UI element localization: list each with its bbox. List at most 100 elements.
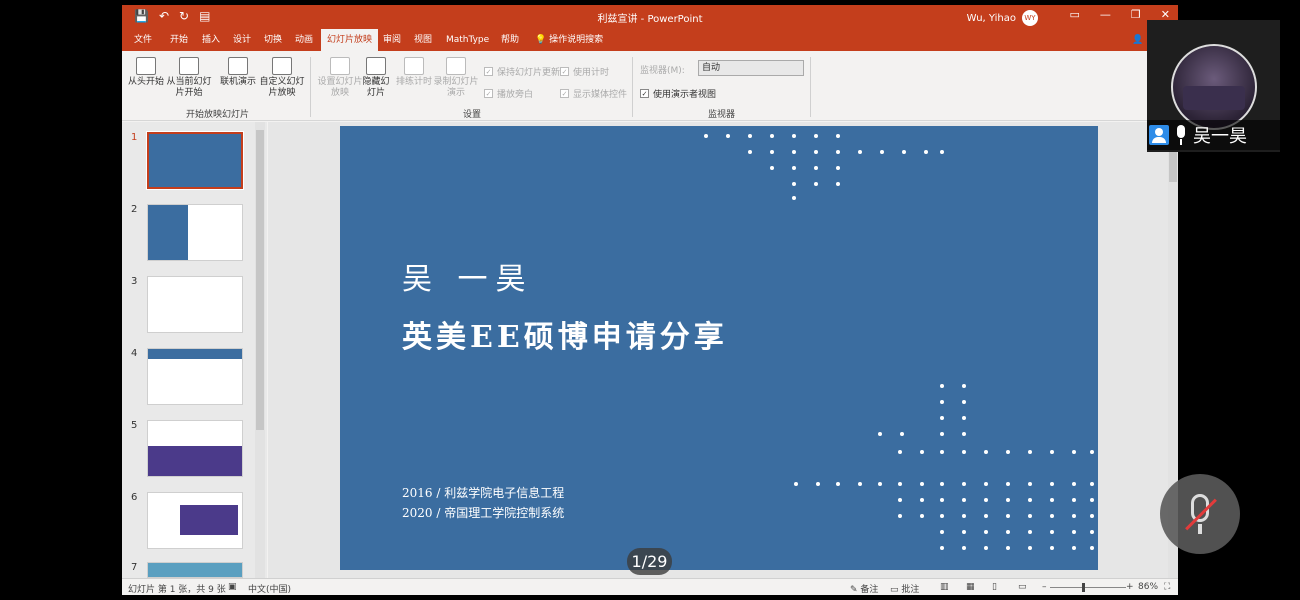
decorative-dot bbox=[962, 498, 966, 502]
lightbulb-icon: 💡 bbox=[535, 35, 547, 45]
decorative-dot bbox=[940, 150, 944, 154]
normal-view-icon[interactable]: ▥ bbox=[940, 582, 949, 592]
language-status[interactable]: 中文(中国) bbox=[248, 582, 291, 595]
share-icon[interactable]: 👤 bbox=[1132, 29, 1143, 51]
setup-show-button[interactable]: 设置幻灯片放映 bbox=[317, 57, 363, 99]
slide-line-1[interactable]: 2016 / 利兹学院电子信息工程 bbox=[402, 484, 564, 501]
slide-name-text[interactable]: 吴 一昊 bbox=[402, 254, 534, 298]
decorative-dot bbox=[962, 400, 966, 404]
slide-sorter-icon[interactable]: ▦ bbox=[966, 582, 975, 592]
hide-slide-icon bbox=[366, 57, 386, 75]
custom-show-button[interactable]: 自定义幻灯片放映 bbox=[258, 57, 306, 99]
zoom-slider[interactable] bbox=[1050, 587, 1126, 588]
slideshow-view-icon[interactable]: ▭ bbox=[1018, 582, 1027, 592]
slide-thumbnail-4[interactable] bbox=[147, 348, 243, 405]
tab-home[interactable]: 开始 bbox=[170, 29, 188, 51]
decorative-dot bbox=[794, 482, 798, 486]
user-avatar[interactable]: WY bbox=[1022, 10, 1038, 26]
account-area[interactable]: Wu, Yihao WY bbox=[967, 10, 1038, 26]
tab-file[interactable]: 文件 bbox=[134, 29, 152, 51]
slide-thumbnail-5[interactable] bbox=[147, 420, 243, 477]
play-narrations-checkbox[interactable]: ✓ 播放旁白 bbox=[484, 87, 533, 100]
spellcheck-icon[interactable]: ▣ bbox=[228, 582, 237, 592]
video-tile[interactable]: 吴一昊 bbox=[1147, 20, 1280, 152]
comments-button[interactable]: ▭ 批注 bbox=[890, 582, 919, 595]
tell-me-label: 操作说明搜索 bbox=[549, 35, 604, 45]
tab-view[interactable]: 视图 bbox=[414, 29, 432, 51]
zoom-slider-knob[interactable] bbox=[1082, 583, 1085, 592]
decorative-dot bbox=[814, 182, 818, 186]
tab-review[interactable]: 审阅 bbox=[383, 29, 401, 51]
presenter-view-checkbox[interactable]: ✓ 使用演示者视图 bbox=[640, 87, 716, 100]
decorative-dot bbox=[748, 134, 752, 138]
tab-design[interactable]: 设计 bbox=[233, 29, 251, 51]
slide-thumbnail-6[interactable] bbox=[147, 492, 243, 549]
decorative-dot bbox=[940, 384, 944, 388]
thumbnail-scrollbar[interactable] bbox=[255, 122, 265, 578]
decorative-dot bbox=[984, 546, 988, 550]
tab-mathtype[interactable]: MathType bbox=[446, 29, 489, 51]
decorative-dot bbox=[836, 150, 840, 154]
user-name: Wu, Yihao bbox=[966, 12, 1016, 24]
reading-view-icon[interactable]: ▯ bbox=[992, 582, 997, 592]
decorative-dot bbox=[920, 498, 924, 502]
tab-insert[interactable]: 插入 bbox=[202, 29, 220, 51]
ribbon-slideshow: 从头开始 从当前幻灯片开始 联机演示 自定义幻灯片放映 开始放映幻灯片 设置幻灯… bbox=[122, 51, 1178, 121]
slide-thumbnail-7[interactable] bbox=[147, 562, 243, 578]
slide-thumbnail-3[interactable] bbox=[147, 276, 243, 333]
decorative-dot bbox=[792, 182, 796, 186]
slide-thumbnail-1[interactable] bbox=[146, 131, 244, 190]
rehearse-timings-button[interactable]: 排练计时 bbox=[396, 57, 432, 88]
from-current-button[interactable]: 从当前幻灯片开始 bbox=[164, 57, 214, 99]
current-slide[interactable]: 吴 一昊 英美EE硕博申请分享 2016 / 利兹学院电子信息工程 2020 /… bbox=[340, 126, 1098, 570]
decorative-dot bbox=[1006, 498, 1010, 502]
custom-show-icon bbox=[272, 57, 292, 75]
show-media-controls-checkbox[interactable]: ✓ 显示媒体控件 bbox=[560, 87, 627, 100]
use-timings-checkbox[interactable]: ✓ 使用计时 bbox=[560, 65, 609, 78]
decorative-dot bbox=[836, 482, 840, 486]
decorative-dot bbox=[984, 482, 988, 486]
decorative-dot bbox=[1072, 546, 1076, 550]
slide-line-2[interactable]: 2020 / 帝国理工学院控制系统 bbox=[402, 504, 564, 521]
decorative-dot bbox=[1090, 450, 1094, 454]
decorative-dot bbox=[1072, 498, 1076, 502]
decorative-dot bbox=[984, 514, 988, 518]
zoom-in-button[interactable]: + bbox=[1126, 582, 1134, 592]
decorative-dot bbox=[962, 450, 966, 454]
decorative-dot bbox=[962, 530, 966, 534]
decorative-dot bbox=[1006, 530, 1010, 534]
title-bar: 💾 ↶ ↻ ▤ 利兹宣讲 - PowerPoint Wu, Yihao WY ▭… bbox=[122, 5, 1178, 29]
slide-headline-text[interactable]: 英美EE硕博申请分享 bbox=[402, 312, 728, 356]
minimize-button[interactable]: — bbox=[1100, 8, 1111, 21]
tab-slideshow[interactable]: 幻灯片放映 bbox=[321, 29, 379, 51]
decorative-dot bbox=[858, 482, 862, 486]
tab-transitions[interactable]: 切换 bbox=[264, 29, 282, 51]
zoom-level[interactable]: 86% bbox=[1138, 582, 1158, 592]
restore-button[interactable]: ❐ bbox=[1131, 8, 1141, 21]
notes-button[interactable]: ✎ 备注 bbox=[850, 582, 878, 595]
decorative-dot bbox=[816, 482, 820, 486]
powerpoint-window: 💾 ↶ ↻ ▤ 利兹宣讲 - PowerPoint Wu, Yihao WY ▭… bbox=[122, 5, 1178, 595]
slide-thumbnail-2[interactable] bbox=[147, 204, 243, 261]
record-show-button[interactable]: 录制幻灯片演示 bbox=[432, 57, 480, 99]
tab-help[interactable]: 帮助 bbox=[501, 29, 519, 51]
decorative-dot bbox=[878, 482, 882, 486]
zoom-out-button[interactable]: – bbox=[1042, 582, 1047, 592]
decorative-dot bbox=[940, 498, 944, 502]
tell-me-search[interactable]: 💡 操作说明搜索 bbox=[535, 29, 603, 51]
thumb-number: 7 bbox=[131, 562, 138, 573]
tab-animations[interactable]: 动画 bbox=[295, 29, 313, 51]
group-label-start: 开始放映幻灯片 bbox=[186, 110, 250, 120]
group-separator bbox=[810, 57, 811, 117]
monitor-select[interactable]: 自动 bbox=[698, 60, 804, 76]
ribbon-display-icon[interactable]: ▭ bbox=[1070, 8, 1080, 21]
from-beginning-button[interactable]: 从头开始 bbox=[128, 57, 164, 88]
decorative-dot bbox=[792, 166, 796, 170]
hide-slide-button[interactable]: 隐藏幻灯片 bbox=[362, 57, 390, 99]
thumb-number: 6 bbox=[131, 492, 138, 503]
decorative-dot bbox=[770, 150, 774, 154]
present-online-button[interactable]: 联机演示 bbox=[218, 57, 258, 88]
fit-slide-icon[interactable]: ⛶ bbox=[1164, 582, 1170, 592]
keep-updated-checkbox[interactable]: ✓ 保持幻灯片更新 bbox=[484, 65, 560, 78]
mute-button[interactable] bbox=[1160, 474, 1240, 554]
